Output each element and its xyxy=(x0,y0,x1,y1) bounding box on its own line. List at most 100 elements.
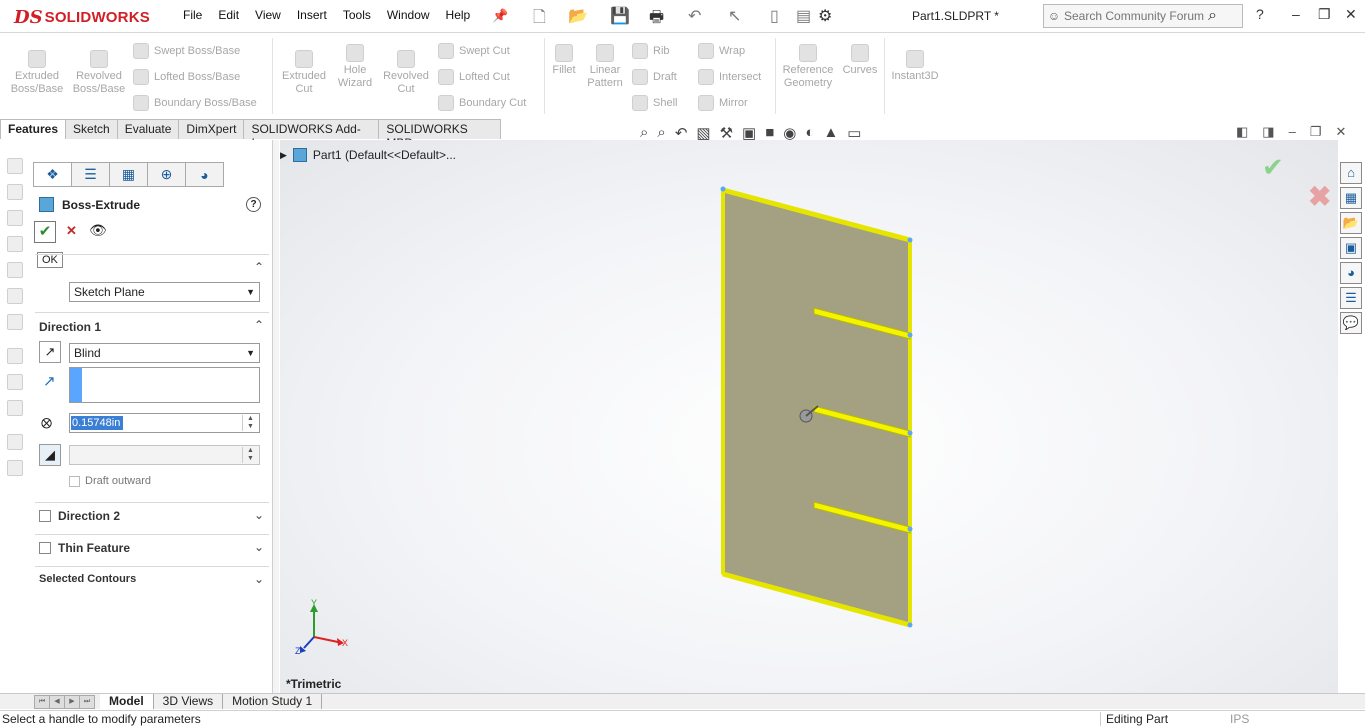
selected-contours-expand-icon[interactable]: ⌄ xyxy=(254,572,264,586)
minimize-icon[interactable]: – xyxy=(1292,6,1300,22)
direction1-heading[interactable]: Direction 1 xyxy=(39,320,101,334)
fillet-button[interactable]: Fillet xyxy=(548,44,580,77)
cut-tool-icon[interactable] xyxy=(7,288,23,304)
menu-tools[interactable]: Tools xyxy=(335,8,379,22)
depth-input[interactable] xyxy=(71,415,241,431)
reference-geometry-button[interactable]: Reference Geometry xyxy=(780,44,836,90)
last-tab-icon[interactable]: ⏭ xyxy=(79,694,95,709)
unit-system[interactable]: IPS xyxy=(1230,712,1249,726)
tab-addins[interactable]: SOLIDWORKS Add-Ins xyxy=(243,119,380,150)
thin-feature-section[interactable]: Thin Feature xyxy=(39,541,130,555)
display-manager-tab-icon[interactable]: ◕ xyxy=(185,162,224,187)
menu-view[interactable]: View xyxy=(247,8,289,22)
extruded-cut-button[interactable]: Extruded Cut xyxy=(278,50,330,96)
pattern-tool-icon[interactable] xyxy=(7,374,23,390)
dimxpert-manager-tab-icon[interactable]: ⊕ xyxy=(147,162,186,187)
shell-button[interactable]: Shell xyxy=(632,95,677,111)
search-icon[interactable]: ⌕ xyxy=(1208,7,1217,25)
extruded-boss-button[interactable]: Extruded Boss/Base xyxy=(8,50,66,96)
reverse-direction-icon[interactable]: ↗ xyxy=(39,341,61,363)
intersect-button[interactable]: Intersect xyxy=(698,69,761,85)
file-explorer-icon[interactable]: 📂 xyxy=(1340,212,1362,234)
tab-mbd[interactable]: SOLIDWORKS MBD xyxy=(378,119,501,150)
from-dropdown[interactable]: Sketch Plane ▼ xyxy=(69,282,260,302)
help-icon[interactable]: ? xyxy=(1256,6,1264,22)
save-icon[interactable]: 💾 xyxy=(610,6,630,26)
swept-cut-button[interactable]: Swept Cut xyxy=(438,43,510,59)
mirror-button[interactable]: Mirror xyxy=(698,95,748,111)
depth-field[interactable]: ▲▼ xyxy=(69,413,260,433)
end-condition-dropdown[interactable]: Blind ▼ xyxy=(69,343,260,363)
prev-tab-icon[interactable]: ◀ xyxy=(49,694,65,709)
view-palette-icon[interactable]: ▣ xyxy=(1340,237,1362,259)
solidworks-resources-icon[interactable]: ⌂ xyxy=(1340,162,1362,184)
viewport-close-icon[interactable]: ✕ xyxy=(1335,124,1346,140)
direction2-checkbox[interactable] xyxy=(39,510,51,522)
extrude-tool-icon[interactable] xyxy=(7,158,23,174)
draft-toggle-icon[interactable]: ◢ xyxy=(39,444,61,466)
forum-icon[interactable]: 💬 xyxy=(1340,312,1362,334)
print-icon[interactable]: 🖶 xyxy=(649,6,664,33)
fillet-tool-icon[interactable] xyxy=(7,348,23,364)
design-library-icon[interactable]: ▦ xyxy=(1340,187,1362,209)
new-document-icon[interactable]: 🗋 xyxy=(533,6,546,33)
viewport-minimize-icon[interactable]: – xyxy=(1289,124,1296,140)
draft-angle-spinner[interactable]: ▲ ▼ xyxy=(242,447,258,463)
property-manager-tab-icon[interactable]: ☰ xyxy=(71,162,110,187)
tab-sketch[interactable]: Sketch xyxy=(65,119,118,139)
revolved-cut-button[interactable]: Revolved Cut xyxy=(380,50,432,96)
tab-motion-study[interactable]: Motion Study 1 xyxy=(223,694,323,709)
viewport-restore-icon[interactable]: ❐ xyxy=(1310,124,1322,140)
direction2-expand-icon[interactable]: ⌄ xyxy=(254,508,264,522)
menu-help[interactable]: Help xyxy=(438,8,479,22)
menu-window[interactable]: Window xyxy=(379,8,438,22)
direction2-section[interactable]: Direction 2 xyxy=(39,509,120,523)
draft-button[interactable]: Draft xyxy=(632,69,677,85)
file-properties-icon[interactable]: ▤ xyxy=(796,6,811,26)
feature-manager-tab-icon[interactable]: ❖ xyxy=(33,162,72,187)
shell-tool-icon[interactable] xyxy=(7,434,23,450)
configuration-manager-tab-icon[interactable]: ▦ xyxy=(109,162,148,187)
appearances-icon[interactable]: ◕ xyxy=(1340,262,1362,284)
select-icon[interactable]: ↖ xyxy=(728,6,741,26)
tab-model[interactable]: Model xyxy=(100,694,154,709)
panel-splitter[interactable] xyxy=(273,140,279,693)
hole-tool-icon[interactable] xyxy=(7,314,23,330)
first-tab-icon[interactable]: ⏮ xyxy=(34,694,50,709)
depth-spinner[interactable]: ▲ ▼ xyxy=(242,415,258,431)
pin-icon[interactable]: 📌 xyxy=(492,8,508,24)
solidworks-logo[interactable]: DS SOLIDWORKS xyxy=(14,6,150,28)
hole-wizard-button[interactable]: Hole Wizard xyxy=(331,44,379,90)
thin-feature-expand-icon[interactable]: ⌄ xyxy=(254,540,264,554)
draft-outward-option[interactable]: Draft outward xyxy=(69,475,151,487)
lofted-boss-button[interactable]: Lofted Boss/Base xyxy=(133,69,240,85)
draft-angle-field[interactable]: ▲ ▼ xyxy=(69,445,260,465)
undo-icon[interactable]: ↶ xyxy=(688,6,701,26)
tab-evaluate[interactable]: Evaluate xyxy=(116,119,180,139)
direction1-collapse-icon[interactable]: ⌃ xyxy=(254,318,264,332)
cancel-button[interactable]: ✕ xyxy=(66,223,77,239)
boundary-cut-button[interactable]: Boundary Cut xyxy=(438,95,526,111)
viewport-tile-right-icon[interactable]: ◨ xyxy=(1262,124,1274,140)
pm-help-icon[interactable]: ? xyxy=(246,197,261,212)
boundary-boss-button[interactable]: Boundary Boss/Base xyxy=(133,95,257,111)
thin-feature-checkbox[interactable] xyxy=(39,542,51,554)
restore-icon[interactable]: ❐ xyxy=(1318,6,1331,23)
revolve-tool-icon[interactable] xyxy=(7,184,23,200)
swept-boss-button[interactable]: Swept Boss/Base xyxy=(133,43,240,59)
search-input[interactable] xyxy=(1064,9,1204,23)
from-collapse-icon[interactable]: ⌃ xyxy=(254,260,264,274)
sweep-tool-icon[interactable] xyxy=(7,210,23,226)
curves-button[interactable]: Curves xyxy=(840,44,880,77)
mirror-tool-icon[interactable] xyxy=(7,460,23,476)
custom-properties-icon[interactable]: ☰ xyxy=(1340,287,1362,309)
rebuild-icon[interactable]: ▯ xyxy=(770,6,779,26)
linear-pattern-button[interactable]: Linear Pattern xyxy=(584,44,626,90)
draft-outward-checkbox[interactable] xyxy=(69,475,80,487)
wrap-button[interactable]: Wrap xyxy=(698,43,745,59)
menu-edit[interactable]: Edit xyxy=(210,8,247,22)
tab-features[interactable]: Features xyxy=(0,119,67,139)
ok-button[interactable]: ✔ xyxy=(34,221,56,243)
next-tab-icon[interactable]: ▶ xyxy=(64,694,80,709)
lofted-cut-button[interactable]: Lofted Cut xyxy=(438,69,510,85)
